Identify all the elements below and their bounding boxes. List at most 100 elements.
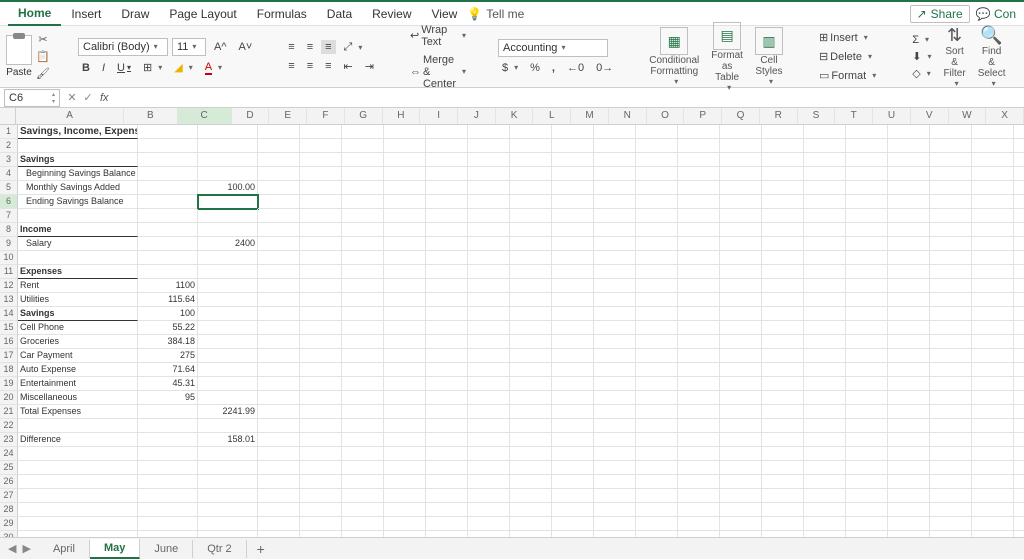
- row-header-10[interactable]: 10: [0, 251, 18, 265]
- cell-T11[interactable]: [930, 265, 972, 279]
- align-left-button[interactable]: ≡: [284, 59, 298, 73]
- cell-F10[interactable]: [342, 251, 384, 265]
- cell-I16[interactable]: [468, 335, 510, 349]
- cell-O17[interactable]: [720, 349, 762, 363]
- cell-D11[interactable]: [258, 265, 300, 279]
- cell-L10[interactable]: [594, 251, 636, 265]
- cell-E29[interactable]: [300, 517, 342, 531]
- cell-P14[interactable]: [762, 307, 804, 321]
- cell-N21[interactable]: [678, 405, 720, 419]
- cell-G12[interactable]: [384, 279, 426, 293]
- cell-V4[interactable]: [1014, 167, 1024, 181]
- cell-Q18[interactable]: [804, 363, 846, 377]
- cell-J5[interactable]: [510, 181, 552, 195]
- cell-K17[interactable]: [552, 349, 594, 363]
- cell-D18[interactable]: [258, 363, 300, 377]
- cell-H1[interactable]: [426, 125, 468, 139]
- cell-T5[interactable]: [930, 181, 972, 195]
- cell-S23[interactable]: [888, 433, 930, 447]
- cell-P23[interactable]: [762, 433, 804, 447]
- cell-N12[interactable]: [678, 279, 720, 293]
- cell-M5[interactable]: [636, 181, 678, 195]
- cell-O6[interactable]: [720, 195, 762, 209]
- cell-U9[interactable]: [972, 237, 1014, 251]
- cell-M10[interactable]: [636, 251, 678, 265]
- cell-O20[interactable]: [720, 391, 762, 405]
- cell-R25[interactable]: [846, 461, 888, 475]
- cell-O23[interactable]: [720, 433, 762, 447]
- sheet-tab-april[interactable]: April: [39, 540, 90, 558]
- row-header-20[interactable]: 20: [0, 391, 18, 405]
- row-header-25[interactable]: 25: [0, 461, 18, 475]
- cell-R4[interactable]: [846, 167, 888, 181]
- cell-A21[interactable]: Total Expenses: [18, 405, 138, 419]
- column-header-X[interactable]: X: [986, 108, 1024, 124]
- cell-I23[interactable]: [468, 433, 510, 447]
- cell-C19[interactable]: [198, 377, 258, 391]
- cell-M3[interactable]: [636, 153, 678, 167]
- cell-U21[interactable]: [972, 405, 1014, 419]
- column-header-T[interactable]: T: [835, 108, 873, 124]
- cell-C12[interactable]: [198, 279, 258, 293]
- cell-I2[interactable]: [468, 139, 510, 153]
- row-header-24[interactable]: 24: [0, 447, 18, 461]
- cell-K9[interactable]: [552, 237, 594, 251]
- cell-E16[interactable]: [300, 335, 342, 349]
- column-header-D[interactable]: D: [232, 108, 270, 124]
- cell-V5[interactable]: [1014, 181, 1024, 195]
- cell-D1[interactable]: [258, 125, 300, 139]
- cell-A11[interactable]: Expenses: [18, 265, 138, 279]
- next-sheet-button[interactable]: ▶: [22, 542, 30, 555]
- cell-L11[interactable]: [594, 265, 636, 279]
- delete-cells-button[interactable]: ⊟Delete: [815, 49, 880, 64]
- cell-I6[interactable]: [468, 195, 510, 209]
- conditional-formatting-button[interactable]: ▦ Conditional Formatting: [645, 27, 703, 86]
- cell-T22[interactable]: [930, 419, 972, 433]
- cell-E3[interactable]: [300, 153, 342, 167]
- cell-E13[interactable]: [300, 293, 342, 307]
- cell-A25[interactable]: [18, 461, 138, 475]
- row-header-27[interactable]: 27: [0, 489, 18, 503]
- column-header-R[interactable]: R: [760, 108, 798, 124]
- cell-S14[interactable]: [888, 307, 930, 321]
- cell-L26[interactable]: [594, 475, 636, 489]
- cell-C7[interactable]: [198, 209, 258, 223]
- column-header-N[interactable]: N: [609, 108, 647, 124]
- cell-A8[interactable]: Income: [18, 223, 138, 237]
- tab-insert[interactable]: Insert: [61, 3, 111, 25]
- cell-Q16[interactable]: [804, 335, 846, 349]
- merge-center-button[interactable]: ⇔ Merge & Center: [406, 53, 470, 91]
- cell-G28[interactable]: [384, 503, 426, 517]
- row-header-5[interactable]: 5: [0, 181, 18, 195]
- cell-S6[interactable]: [888, 195, 930, 209]
- cell-R22[interactable]: [846, 419, 888, 433]
- cell-L14[interactable]: [594, 307, 636, 321]
- cell-G20[interactable]: [384, 391, 426, 405]
- cell-Q27[interactable]: [804, 489, 846, 503]
- tab-review[interactable]: Review: [362, 3, 421, 25]
- cell-G4[interactable]: [384, 167, 426, 181]
- cell-T12[interactable]: [930, 279, 972, 293]
- cell-M1[interactable]: [636, 125, 678, 139]
- column-header-G[interactable]: G: [345, 108, 383, 124]
- cell-C2[interactable]: [198, 139, 258, 153]
- cell-L27[interactable]: [594, 489, 636, 503]
- cell-N17[interactable]: [678, 349, 720, 363]
- cell-S13[interactable]: [888, 293, 930, 307]
- orientation-button[interactable]: ⤢: [340, 40, 367, 55]
- row-header-8[interactable]: 8: [0, 223, 18, 237]
- cell-F23[interactable]: [342, 433, 384, 447]
- row-header-17[interactable]: 17: [0, 349, 18, 363]
- cell-V18[interactable]: [1014, 363, 1024, 377]
- cell-H17[interactable]: [426, 349, 468, 363]
- cell-H7[interactable]: [426, 209, 468, 223]
- cell-V13[interactable]: [1014, 293, 1024, 307]
- cell-P1[interactable]: [762, 125, 804, 139]
- cell-J12[interactable]: [510, 279, 552, 293]
- cell-S26[interactable]: [888, 475, 930, 489]
- cell-R5[interactable]: [846, 181, 888, 195]
- find-select-button[interactable]: 🔍 Find & Select: [974, 25, 1010, 88]
- cell-S24[interactable]: [888, 447, 930, 461]
- cell-Q6[interactable]: [804, 195, 846, 209]
- cell-P5[interactable]: [762, 181, 804, 195]
